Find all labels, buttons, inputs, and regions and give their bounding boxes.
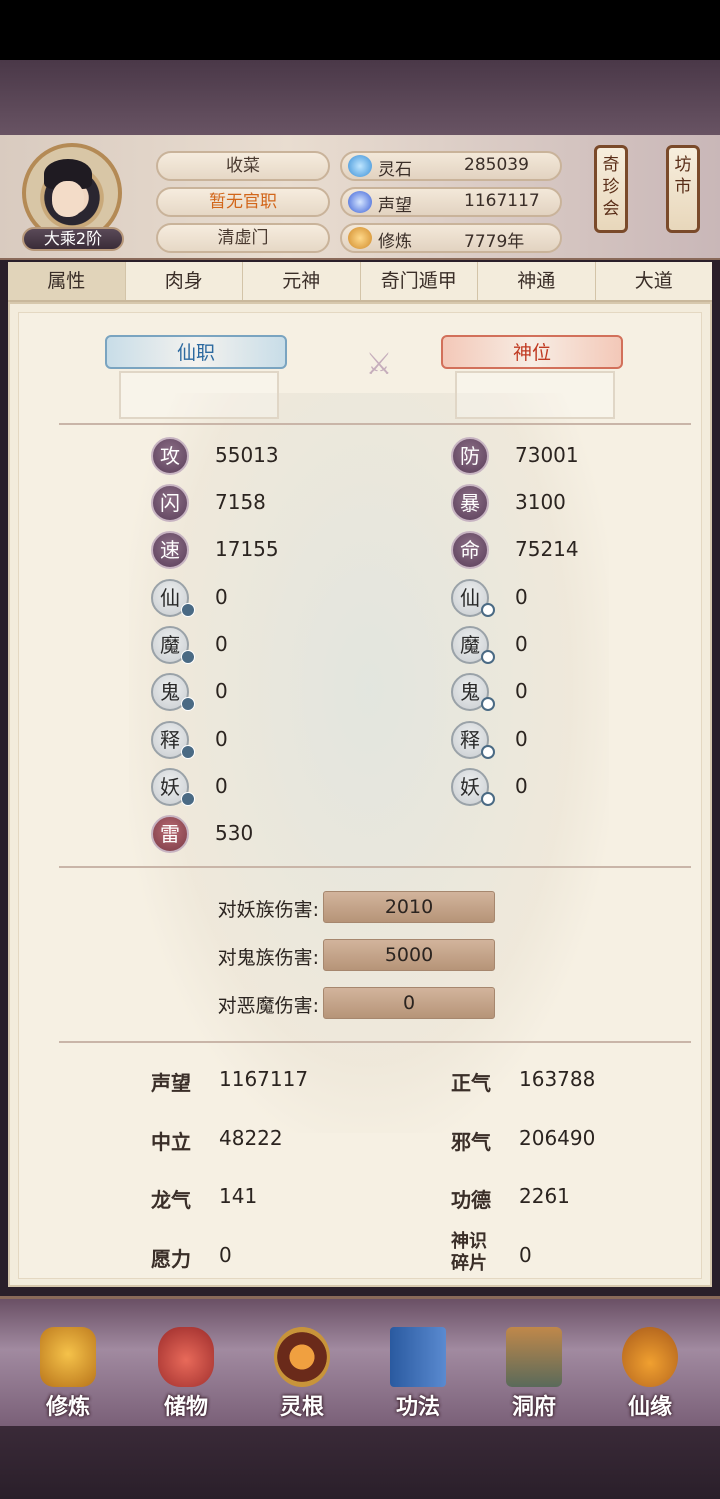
gourd-icon: [622, 1327, 678, 1387]
monk-icon: [40, 1327, 96, 1387]
attributes-panel: 仙职 ⚔ 神位 攻 55013 闪 7158 速 17155 仙 0 魔 0 鬼…: [8, 302, 712, 1287]
damage-ghost-value: 5000: [323, 939, 495, 971]
righteous-label: 正气: [451, 1071, 491, 1095]
tab-bar: 属性 肉身 元神 奇门遁甲 神通 大道: [8, 262, 712, 302]
official-post-button[interactable]: 暂无官职: [156, 187, 330, 217]
attributes-panel-inner: 仙职 ⚔ 神位 攻 55013 闪 7158 速 17155 仙 0 魔 0 鬼…: [18, 312, 702, 1279]
player-header: 大乘2阶 收菜 暂无官职 清虚门 灵石 285039 声望 1167117 修炼…: [0, 135, 720, 260]
bottom-decoration: [0, 1426, 720, 1499]
tab-shentong[interactable]: 神通: [478, 262, 596, 300]
nav-fate[interactable]: 仙缘: [600, 1327, 700, 1423]
rank-badge: 大乘2阶: [22, 227, 124, 251]
resource-reputation: 声望 1167117: [340, 187, 562, 217]
damage-demon-label: 对恶魔伤害:: [217, 995, 319, 1017]
evil-value: 206490: [519, 1126, 596, 1150]
info-icon: [181, 650, 195, 664]
market-button[interactable]: 坊市: [666, 145, 700, 233]
flame-icon: [348, 191, 372, 213]
merit-label: 功德: [451, 1188, 491, 1212]
nav-cultivate[interactable]: 修炼: [18, 1327, 118, 1423]
wish-power-value: 0: [219, 1243, 232, 1267]
info-icon: [481, 792, 495, 806]
damage-demon-value: 0: [323, 987, 495, 1019]
avatar[interactable]: 大乘2阶: [18, 143, 128, 251]
tab-dao[interactable]: 大道: [596, 262, 713, 300]
divider: [59, 423, 691, 425]
resource-cultivation: 修炼 7779年: [340, 223, 562, 253]
reputation-label: 声望: [151, 1071, 191, 1095]
info-icon: [181, 792, 195, 806]
divider: [59, 1041, 691, 1043]
nav-storage[interactable]: 储物: [136, 1327, 236, 1423]
nav-skills[interactable]: 功法: [368, 1327, 468, 1423]
house-icon: [506, 1327, 562, 1387]
info-icon: [481, 697, 495, 711]
immortal-post-slot[interactable]: [119, 371, 279, 419]
damage-yao-value: 2010: [323, 891, 495, 923]
avatar-face: [52, 181, 84, 217]
divine-rank-slot[interactable]: [455, 371, 615, 419]
evil-label: 邪气: [451, 1130, 491, 1154]
divine-rank-title[interactable]: 神位: [441, 335, 623, 369]
meditation-icon: [348, 227, 372, 249]
info-icon: [181, 697, 195, 711]
orb-icon: [274, 1327, 330, 1387]
info-icon: [181, 745, 195, 759]
merit-value: 2261: [519, 1184, 570, 1208]
immortal-post-title[interactable]: 仙职: [105, 335, 287, 369]
info-icon: [481, 603, 495, 617]
info-icon: [481, 745, 495, 759]
soul-fragment-value: 0: [519, 1243, 532, 1267]
nav-spirit-root[interactable]: 灵根: [252, 1327, 352, 1423]
resource-spirit-stone: 灵石 285039: [340, 151, 562, 181]
damage-ghost-label: 对鬼族伤害:: [217, 947, 319, 969]
dragon-qi-value: 141: [219, 1184, 258, 1208]
divider: [59, 866, 691, 868]
tab-spirit[interactable]: 元神: [243, 262, 361, 300]
tab-body[interactable]: 肉身: [126, 262, 243, 300]
nav-cave[interactable]: 洞府: [484, 1327, 584, 1423]
info-icon: [181, 603, 195, 617]
crossed-swords-icon: ⚔: [365, 347, 393, 382]
top-banner: [0, 60, 720, 140]
dragon-qi-label: 龙气: [151, 1188, 191, 1212]
tab-attributes[interactable]: 属性: [8, 262, 126, 300]
info-icon: [481, 650, 495, 664]
righteous-value: 163788: [519, 1067, 596, 1091]
book-icon: [390, 1327, 446, 1387]
status-bar: [0, 0, 720, 60]
bag-icon: [158, 1327, 214, 1387]
damage-yao-label: 对妖族伤害:: [217, 899, 319, 921]
neutral-label: 中立: [151, 1130, 191, 1154]
gem-icon: [348, 155, 372, 177]
bottom-nav: 修炼 储物 灵根 功法 洞府 仙缘: [0, 1296, 720, 1426]
neutral-value: 48222: [219, 1126, 283, 1150]
soul-fragment-label: 神识碎片: [451, 1231, 487, 1274]
treasure-fair-button[interactable]: 奇珍会: [594, 145, 628, 233]
wish-power-label: 愿力: [151, 1247, 191, 1271]
reputation-value: 1167117: [219, 1067, 309, 1091]
tab-qimen[interactable]: 奇门遁甲: [361, 262, 478, 300]
sect-button[interactable]: 清虚门: [156, 223, 330, 253]
harvest-button[interactable]: 收菜: [156, 151, 330, 181]
